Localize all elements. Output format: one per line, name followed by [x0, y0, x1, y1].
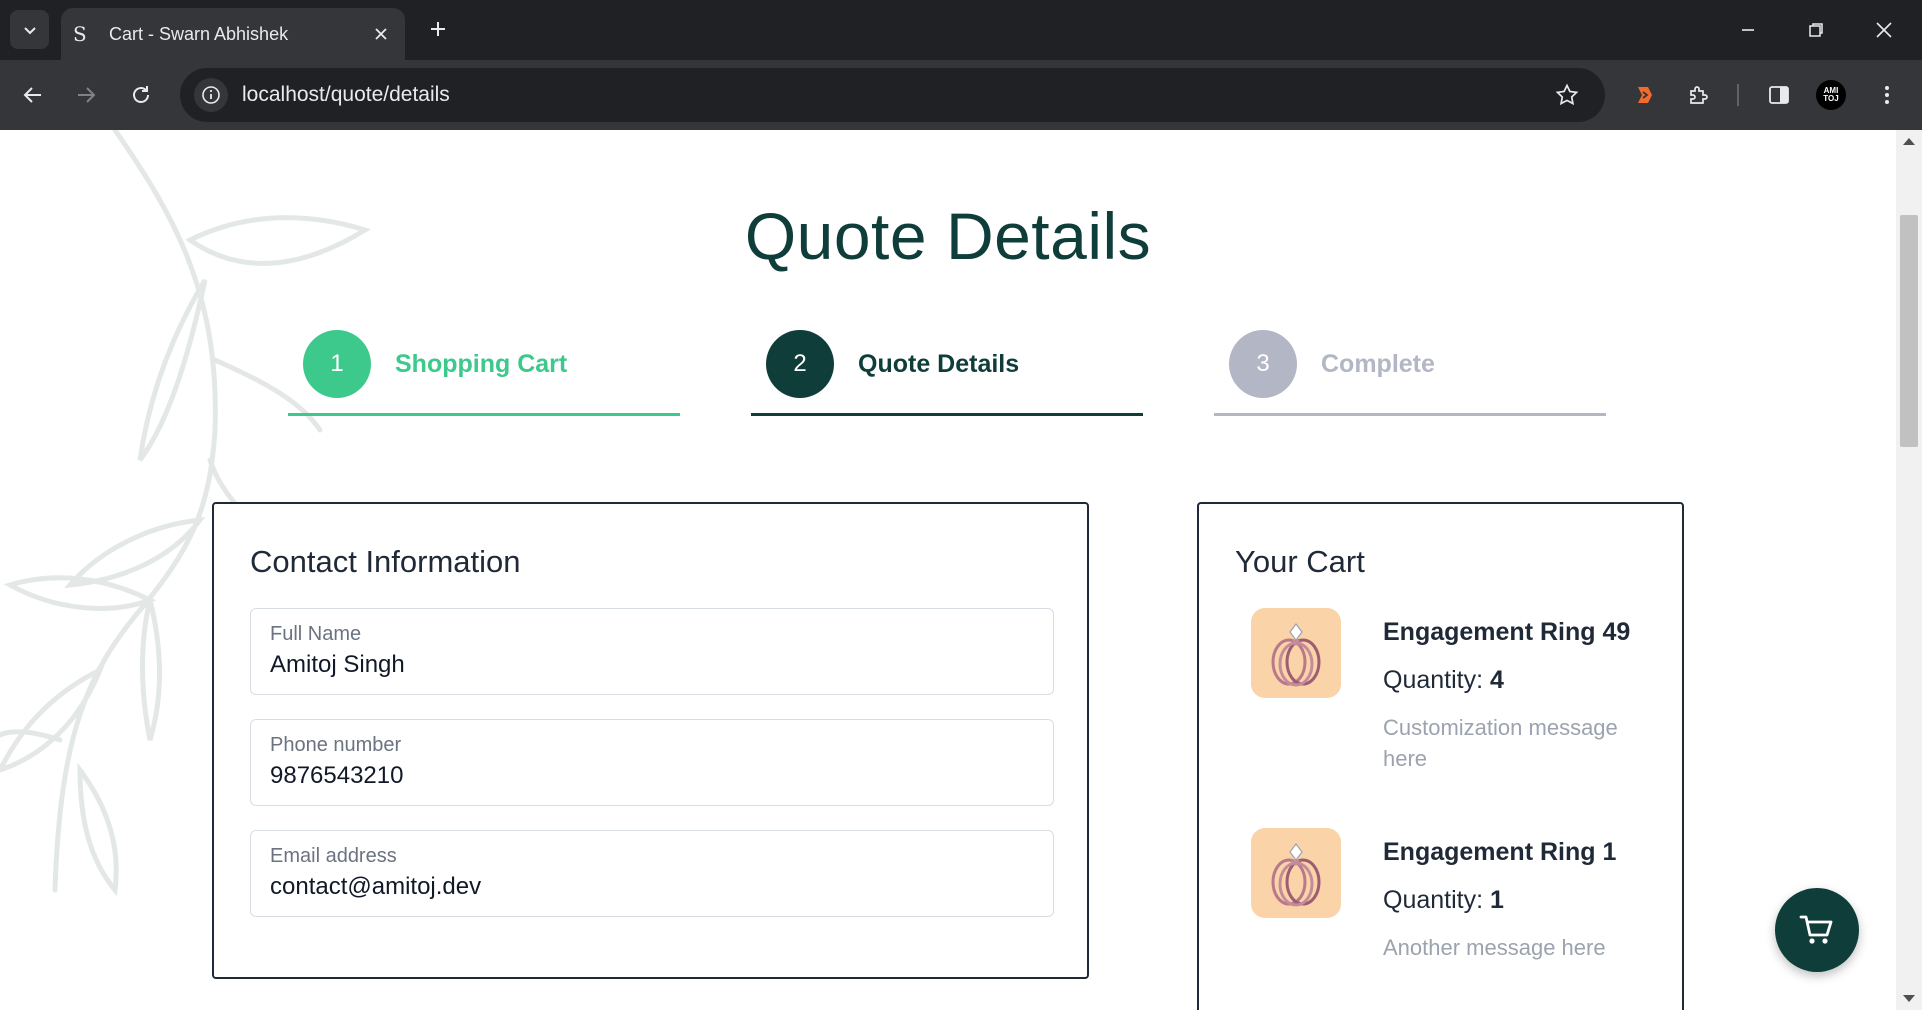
scroll-up-arrow[interactable]: [1903, 138, 1915, 145]
floating-cart-button[interactable]: [1775, 888, 1859, 972]
field-label: Email address: [270, 845, 397, 867]
step-progress-line: [751, 413, 1143, 416]
phone-number-field[interactable]: Phone number: [250, 719, 1054, 806]
puzzle-icon: [1690, 86, 1708, 104]
step-progress-line: [288, 413, 680, 416]
restore-icon: [1809, 23, 1823, 37]
customization-message: Customization message here: [1383, 715, 1618, 771]
ring-icon: [1271, 843, 1321, 907]
email-address-input[interactable]: [270, 873, 1030, 901]
step-label: Shopping Cart: [395, 350, 568, 378]
contact-information-card: Contact Information Full Name Phone numb…: [212, 502, 1089, 979]
restore-button[interactable]: [1796, 10, 1836, 50]
field-label: Full Name: [270, 623, 362, 645]
back-button[interactable]: [13, 75, 53, 115]
site-favicon-icon: S: [73, 22, 87, 46]
toolbar-separator: [1737, 84, 1739, 106]
product-thumbnail[interactable]: [1251, 828, 1341, 918]
close-icon: [1876, 22, 1892, 38]
step-number: 1: [303, 330, 371, 398]
page-scrollbar[interactable]: [1896, 130, 1922, 1010]
tab-close-button[interactable]: [367, 20, 395, 48]
forward-button[interactable]: [66, 75, 106, 115]
email-address-field[interactable]: Email address: [250, 830, 1054, 917]
phone-number-input[interactable]: [270, 762, 1030, 790]
quantity-value: 4: [1490, 666, 1504, 694]
scroll-down-arrow[interactable]: [1903, 995, 1915, 1002]
step-progress-line: [1214, 413, 1606, 416]
cart-heading: Your Cart: [1235, 544, 1365, 579]
extension-logo-icon: [1638, 87, 1652, 103]
step-number: 3: [1229, 330, 1297, 398]
scrollbar-thumb[interactable]: [1900, 215, 1918, 447]
step-quote-details[interactable]: 2 Quote Details: [751, 330, 1143, 416]
product-quantity: Quantity: 4: [1383, 666, 1504, 695]
quantity-label: Quantity:: [1383, 886, 1484, 914]
product-name[interactable]: Engagement Ring 49: [1383, 618, 1630, 647]
url-text[interactable]: localhost/quote/details: [242, 83, 1547, 107]
plus-icon: [431, 22, 445, 36]
side-panel-button[interactable]: [1759, 75, 1799, 115]
chevron-down-icon: [23, 26, 36, 34]
quantity-value: 1: [1490, 886, 1504, 914]
profile-avatar[interactable]: AMI TOJ: [1816, 80, 1846, 110]
product-name[interactable]: Engagement Ring 1: [1383, 838, 1616, 867]
step-shopping-cart[interactable]: 1 Shopping Cart: [288, 330, 680, 416]
browser-toolbar: localhost/quote/details AMI TOJ: [0, 60, 1922, 130]
minimize-button[interactable]: [1728, 10, 1768, 50]
ring-icon: [1271, 623, 1321, 687]
new-tab-button[interactable]: [421, 12, 455, 46]
window-close-button[interactable]: [1864, 10, 1904, 50]
step-label: Complete: [1321, 350, 1435, 378]
tab-search-button[interactable]: [10, 10, 49, 49]
shopping-cart-icon: [1799, 915, 1833, 944]
customization-message: Another message here: [1383, 935, 1606, 960]
product-thumbnail[interactable]: [1251, 608, 1341, 698]
star-icon: [1555, 83, 1579, 106]
your-cart-card: Your Cart Engagement Ring 49 Quantity: 4…: [1197, 502, 1684, 1010]
browser-tab-bar: S Cart - Swarn Abhishek: [0, 0, 1922, 60]
site-info-button[interactable]: [194, 78, 228, 112]
field-label: Phone number: [270, 734, 402, 756]
address-bar[interactable]: localhost/quote/details: [180, 68, 1605, 122]
page-viewport: Quote Details 1 Shopping Cart 2 Quote De…: [0, 130, 1896, 1010]
step-complete[interactable]: 3 Complete: [1214, 330, 1606, 416]
arrow-right-icon: [78, 87, 96, 103]
info-icon: [202, 86, 220, 104]
extension-button[interactable]: [1624, 75, 1664, 115]
side-panel-icon: [1769, 86, 1789, 104]
product-quantity: Quantity: 1: [1383, 886, 1504, 915]
minimize-icon: [1742, 29, 1754, 31]
browser-menu-button[interactable]: [1867, 75, 1907, 115]
browser-tab[interactable]: S Cart - Swarn Abhishek: [61, 8, 405, 60]
step-number: 2: [766, 330, 834, 398]
quantity-label: Quantity:: [1383, 666, 1484, 694]
bookmark-button[interactable]: [1547, 75, 1587, 115]
contact-heading: Contact Information: [250, 544, 521, 579]
full-name-input[interactable]: [270, 651, 1030, 679]
full-name-field[interactable]: Full Name: [250, 608, 1054, 695]
tab-title: Cart - Swarn Abhishek: [109, 23, 289, 44]
arrow-left-icon: [23, 87, 41, 103]
more-vertical-icon: [1885, 86, 1889, 104]
reload-button[interactable]: [121, 75, 161, 115]
page-title: Quote Details: [744, 199, 1152, 273]
reload-icon: [133, 86, 149, 103]
close-icon: [375, 28, 387, 40]
step-label: Quote Details: [858, 350, 1020, 378]
extensions-menu-button[interactable]: [1679, 75, 1719, 115]
